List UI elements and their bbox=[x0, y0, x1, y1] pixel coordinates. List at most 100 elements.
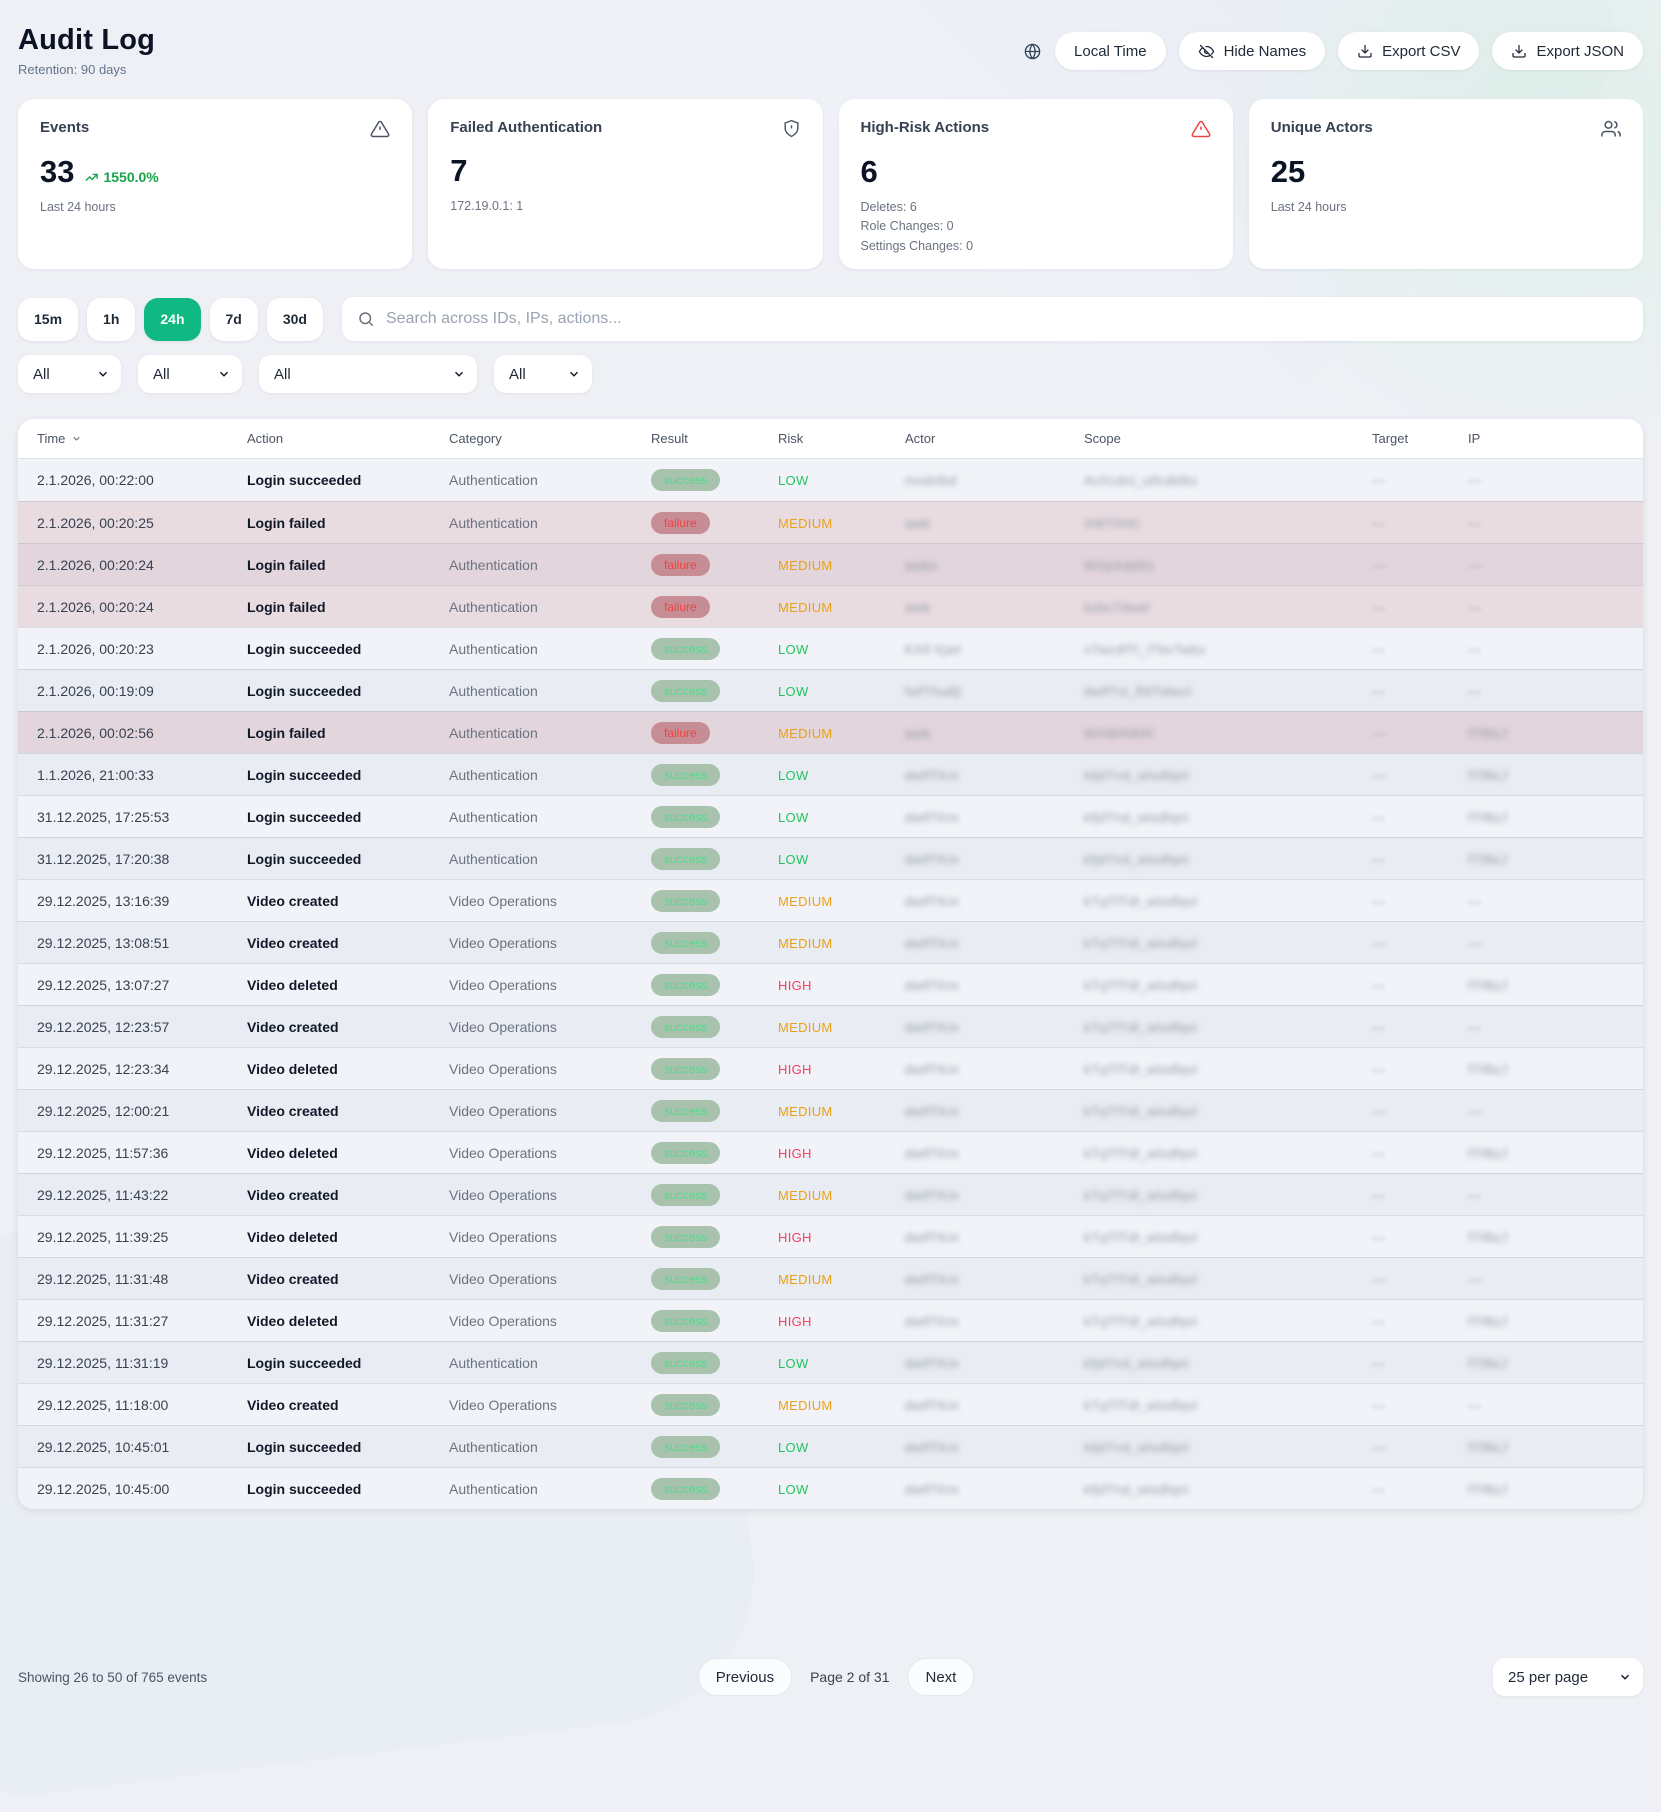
row-result: success bbox=[651, 1226, 778, 1248]
row-scope: kTqTfTdl_wlxdfqvl bbox=[1084, 1061, 1372, 1077]
column-header-target: Target bbox=[1372, 431, 1468, 446]
row-ip: fTlfbLf bbox=[1468, 1313, 1643, 1329]
result-badge: success bbox=[651, 1016, 720, 1038]
toolbar: Local Time Hide Names Export CSV Export … bbox=[1023, 32, 1643, 70]
local-time-button[interactable]: Local Time bbox=[1055, 32, 1166, 70]
row-risk: LOW bbox=[778, 641, 905, 657]
row-category: Video Operations bbox=[449, 1019, 651, 1035]
eye-off-icon bbox=[1198, 43, 1215, 60]
row-actor: awbx bbox=[905, 557, 1084, 573]
row-action: Login succeeded bbox=[247, 1355, 449, 1371]
table-row[interactable]: 2.1.2026, 00:02:56Login failedAuthentica… bbox=[18, 711, 1643, 753]
ip-redacted: fTlfbLf bbox=[1468, 810, 1508, 825]
table-row[interactable]: 2.1.2026, 00:20:23Login succeededAuthent… bbox=[18, 627, 1643, 669]
stat-card-high-risk-actions: High-Risk Actions6Deletes: 6Role Changes… bbox=[839, 99, 1233, 269]
previous-page-button[interactable]: Previous bbox=[698, 1658, 792, 1696]
table-row[interactable]: 29.12.2025, 11:43:22Video createdVideo O… bbox=[18, 1173, 1643, 1215]
column-header-time[interactable]: Time bbox=[37, 431, 247, 446]
table-row[interactable]: 1.1.2026, 21:00:33Login succeededAuthent… bbox=[18, 753, 1643, 795]
table-row[interactable]: 29.12.2025, 13:16:39Video createdVideo O… bbox=[18, 879, 1643, 921]
page-title: Audit Log bbox=[18, 24, 155, 57]
table-row[interactable]: 29.12.2025, 10:45:00Login succeededAuthe… bbox=[18, 1467, 1643, 1509]
row-target: — bbox=[1372, 557, 1468, 573]
risk-label: LOW bbox=[778, 642, 809, 657]
time-range-pill-24h[interactable]: 24h bbox=[144, 298, 200, 341]
filter-select-2[interactable]: All bbox=[138, 355, 242, 393]
filter-select-3[interactable]: All bbox=[259, 355, 477, 393]
filter-select-1[interactable]: All bbox=[18, 355, 121, 393]
export-csv-button[interactable]: Export CSV bbox=[1338, 32, 1479, 70]
row-time: 29.12.2025, 10:45:01 bbox=[37, 1439, 247, 1455]
table-row[interactable]: 29.12.2025, 11:39:25Video deletedVideo O… bbox=[18, 1215, 1643, 1257]
table-row[interactable]: 29.12.2025, 12:23:34Video deletedVideo O… bbox=[18, 1047, 1643, 1089]
search-input[interactable] bbox=[386, 310, 1628, 328]
ip-redacted: — bbox=[1468, 558, 1481, 573]
table-row[interactable]: 31.12.2025, 17:20:38Login succeededAuthe… bbox=[18, 837, 1643, 879]
scope-redacted: kTqTfTdl_wlxdfqvl bbox=[1084, 1398, 1197, 1413]
risk-label: LOW bbox=[778, 852, 809, 867]
row-time: 2.1.2026, 00:22:00 bbox=[37, 472, 247, 488]
time-range-pill-7d[interactable]: 7d bbox=[210, 298, 258, 341]
stat-card-subline: Last 24 hours bbox=[40, 198, 390, 217]
table-row[interactable]: 2.1.2026, 00:20:24Login failedAuthentica… bbox=[18, 543, 1643, 585]
table-row[interactable]: 29.12.2025, 10:45:01Login succeededAuthe… bbox=[18, 1425, 1643, 1467]
time-range-pill-1h[interactable]: 1h bbox=[87, 298, 135, 341]
export-csv-label: Export CSV bbox=[1382, 43, 1460, 60]
time-range-pill-15m[interactable]: 15m bbox=[18, 298, 78, 341]
result-badge: success bbox=[651, 806, 720, 828]
row-category: Authentication bbox=[449, 1481, 651, 1497]
ip-redacted: fTlfbLf bbox=[1468, 1314, 1508, 1329]
table-row[interactable]: 29.12.2025, 11:31:19Login succeededAuthe… bbox=[18, 1341, 1643, 1383]
filter-select-4[interactable]: All bbox=[494, 355, 592, 393]
row-result: success bbox=[651, 1436, 778, 1458]
next-page-button[interactable]: Next bbox=[907, 1658, 974, 1696]
row-target: — bbox=[1372, 809, 1468, 825]
result-badge: success bbox=[651, 1352, 720, 1374]
table-row[interactable]: 29.12.2025, 11:57:36Video deletedVideo O… bbox=[18, 1131, 1643, 1173]
row-actor: dwlfTKm bbox=[905, 767, 1084, 783]
column-header-label: Risk bbox=[778, 431, 803, 446]
row-scope: kTqTfTdl_wlxdfqvl bbox=[1084, 1313, 1372, 1329]
stat-card-value: 7 bbox=[450, 155, 467, 186]
table-row[interactable]: 2.1.2026, 00:20:24Login failedAuthentica… bbox=[18, 585, 1643, 627]
target-redacted: — bbox=[1372, 1356, 1385, 1371]
per-page-select[interactable]: 25 per page bbox=[1493, 1658, 1643, 1696]
actor-redacted: dwlfTKm bbox=[905, 1104, 959, 1119]
row-result: success bbox=[651, 1100, 778, 1122]
row-actor: dwlfTKm bbox=[905, 1439, 1084, 1455]
hide-names-button[interactable]: Hide Names bbox=[1179, 32, 1326, 70]
table-row[interactable]: 29.12.2025, 13:07:27Video deletedVideo O… bbox=[18, 963, 1643, 1005]
ip-redacted: fTlfbLf bbox=[1468, 1230, 1508, 1245]
table-row[interactable]: 29.12.2025, 12:23:57Video createdVideo O… bbox=[18, 1005, 1643, 1047]
table-row[interactable]: 29.12.2025, 11:31:27Video deletedVideo O… bbox=[18, 1299, 1643, 1341]
row-action: Login succeeded bbox=[247, 809, 449, 825]
actor-redacted: dwlfTKm bbox=[905, 1062, 959, 1077]
risk-label: MEDIUM bbox=[778, 558, 833, 573]
table-row[interactable]: 29.12.2025, 13:08:51Video createdVideo O… bbox=[18, 921, 1643, 963]
table-row[interactable]: 2.1.2026, 00:19:09Login succeededAuthent… bbox=[18, 669, 1643, 711]
export-json-button[interactable]: Export JSON bbox=[1492, 32, 1643, 70]
time-range-pill-30d[interactable]: 30d bbox=[267, 298, 323, 341]
row-scope: WXpXddXz bbox=[1084, 557, 1372, 573]
row-ip: fTlfbLf bbox=[1468, 1439, 1643, 1455]
row-risk: MEDIUM bbox=[778, 599, 905, 615]
table-row[interactable]: 29.12.2025, 12:00:21Video createdVideo O… bbox=[18, 1089, 1643, 1131]
actor-redacted: dwlfTKm bbox=[905, 1020, 959, 1035]
risk-label: HIGH bbox=[778, 978, 812, 993]
ip-redacted: — bbox=[1468, 516, 1481, 531]
table-row[interactable]: 2.1.2026, 00:20:25Login failedAuthentica… bbox=[18, 501, 1643, 543]
scope-redacted: kTqTfTdl_wlxdfqvl bbox=[1084, 1104, 1197, 1119]
table-row[interactable]: 29.12.2025, 11:18:00Video createdVideo O… bbox=[18, 1383, 1643, 1425]
row-target: — bbox=[1372, 851, 1468, 867]
time-range-pills: 15m1h24h7d30d bbox=[18, 298, 323, 341]
table-row[interactable]: 31.12.2025, 17:25:53Login succeededAuthe… bbox=[18, 795, 1643, 837]
row-risk: MEDIUM bbox=[778, 1271, 905, 1287]
table-row[interactable]: 29.12.2025, 11:31:48Video createdVideo O… bbox=[18, 1257, 1643, 1299]
risk-label: MEDIUM bbox=[778, 1188, 833, 1203]
stat-card-unique-actors: Unique Actors25Last 24 hours bbox=[1249, 99, 1643, 269]
row-time: 31.12.2025, 17:20:38 bbox=[37, 851, 247, 867]
stat-card-value: 25 bbox=[1271, 156, 1305, 187]
column-header-label: Result bbox=[651, 431, 688, 446]
row-ip: fTlfbLf bbox=[1468, 1145, 1643, 1161]
table-row[interactable]: 2.1.2026, 00:22:00Login succeededAuthent… bbox=[18, 459, 1643, 501]
